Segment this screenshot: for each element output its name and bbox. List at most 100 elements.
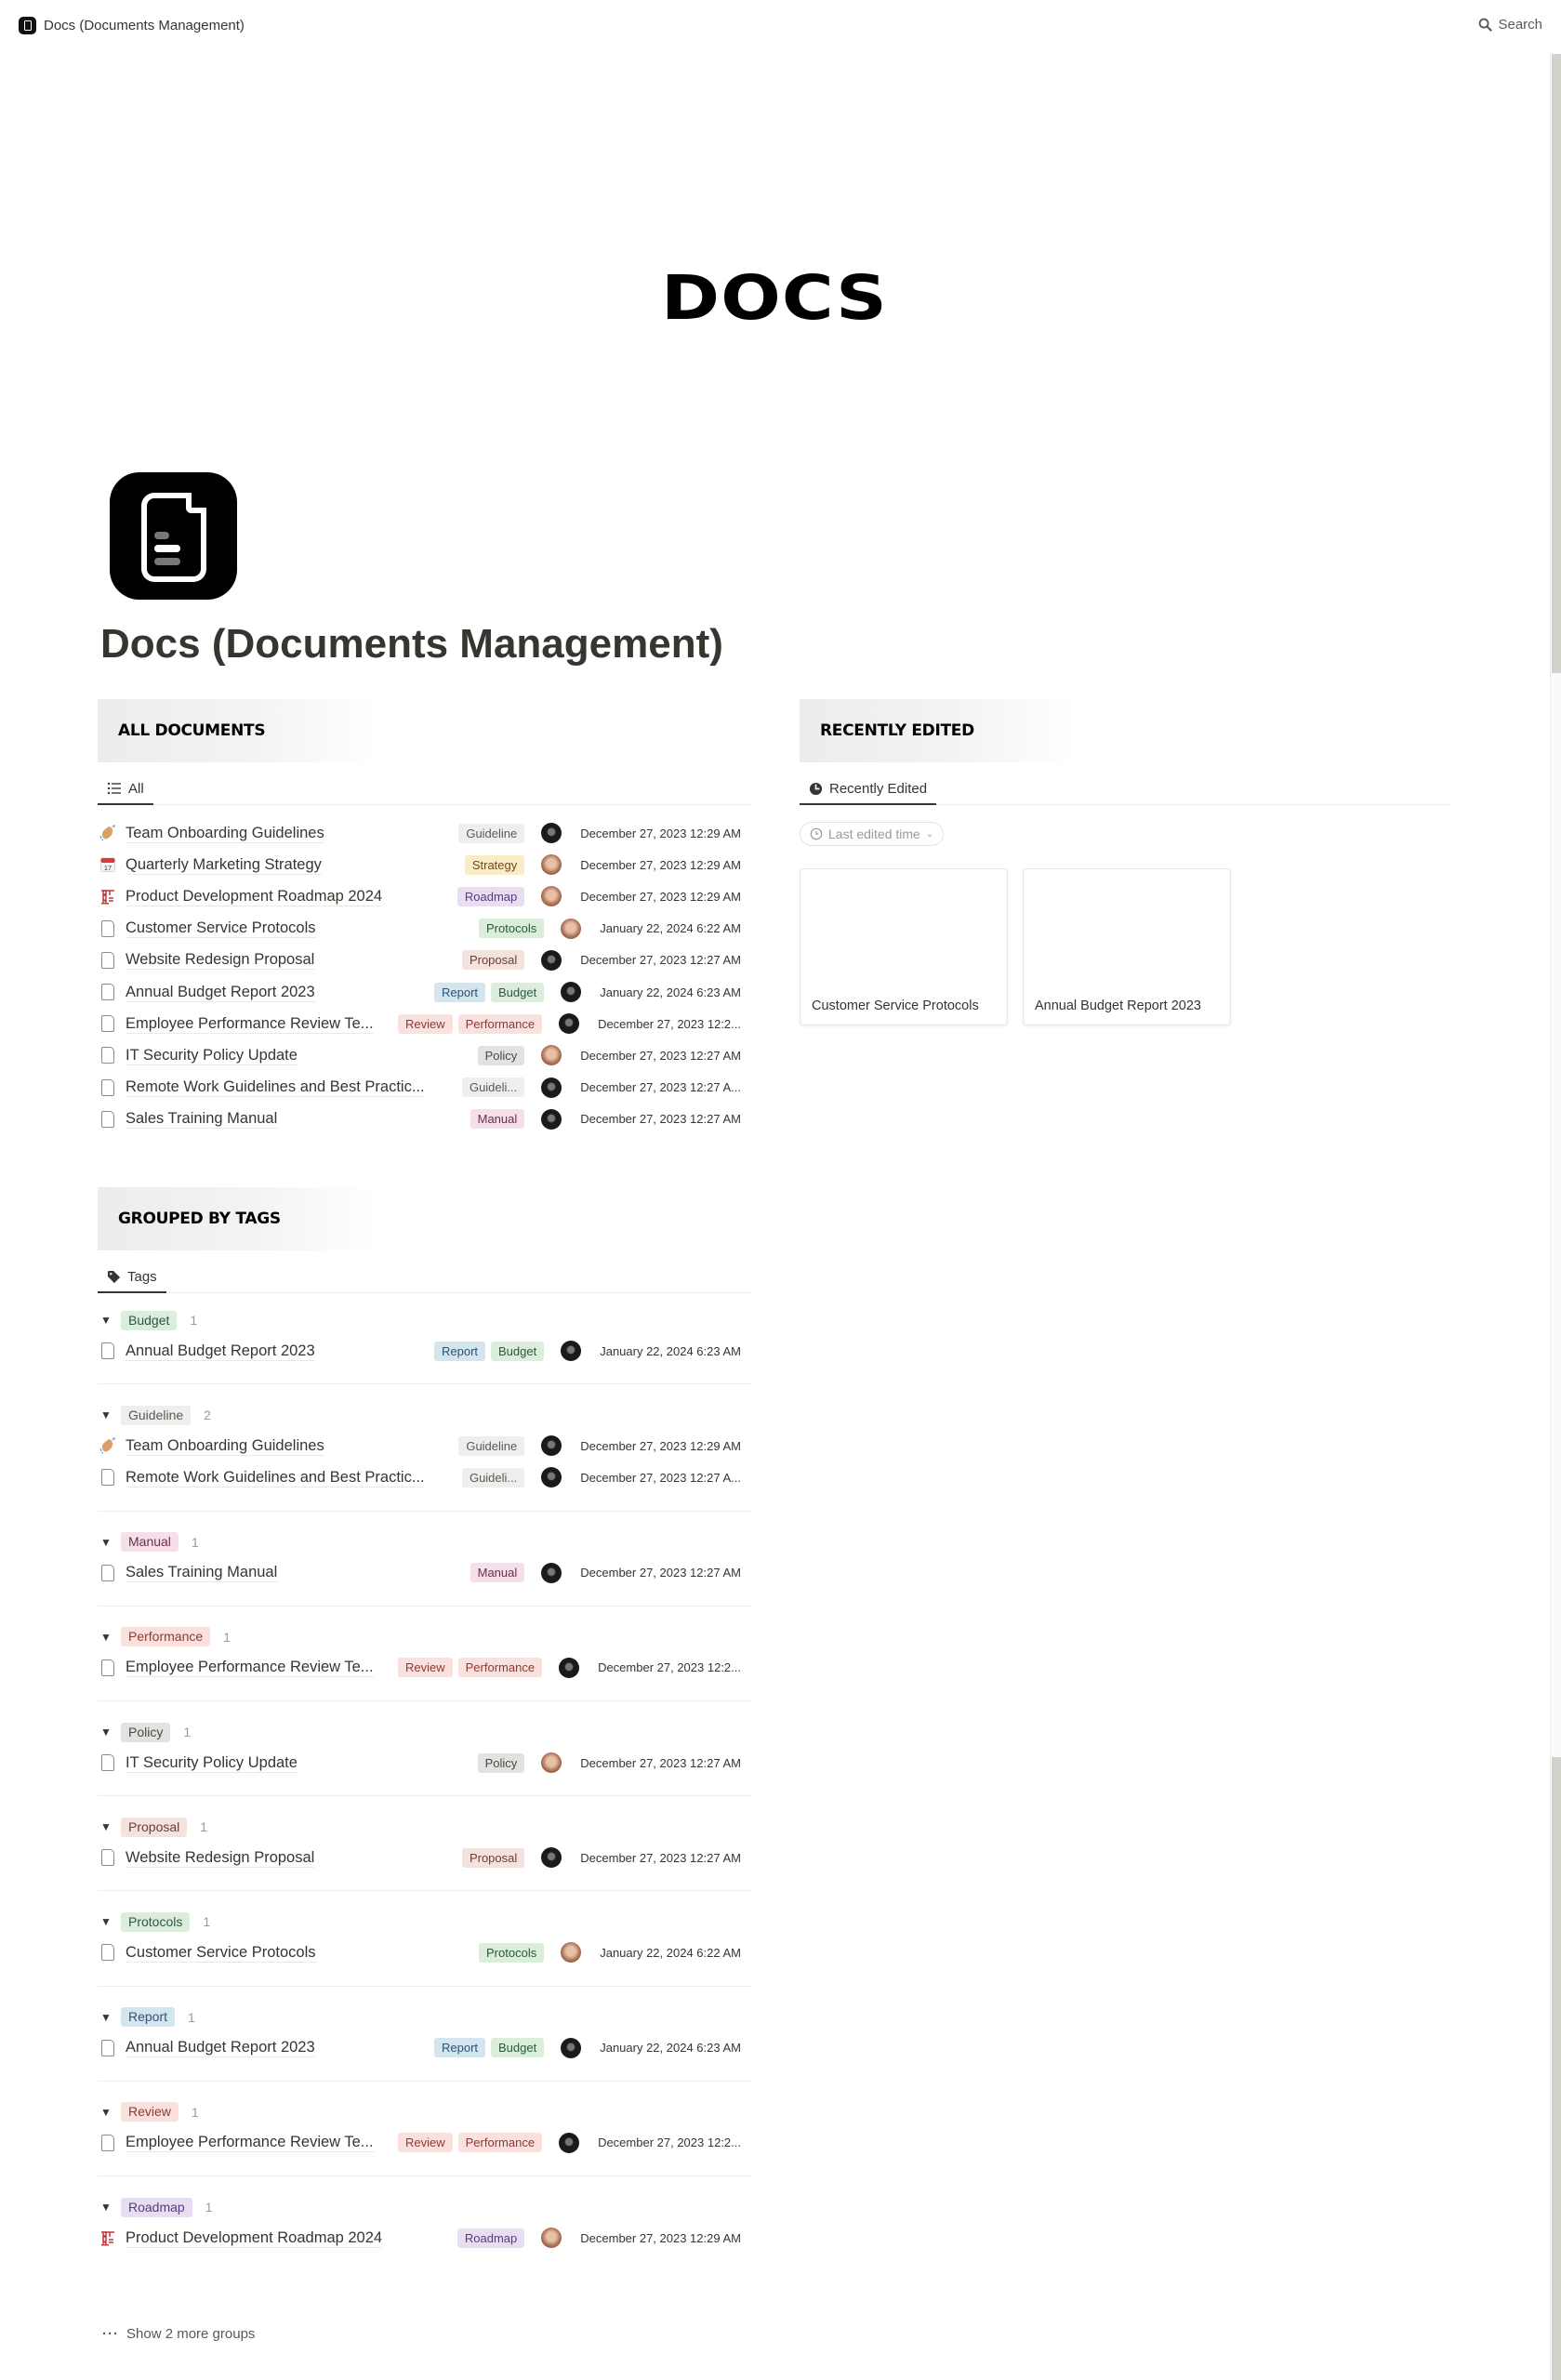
group-count: 2 (204, 1408, 211, 1423)
tag-badge: Proposal (461, 950, 525, 971)
document-title[interactable]: Sales Training Manual (126, 1563, 278, 1583)
search-button[interactable]: Search (1478, 17, 1542, 33)
created-date: December 27, 2023 12:29 AM (580, 889, 741, 904)
collapse-triangle-icon[interactable]: ▼ (100, 1915, 112, 1928)
group-header[interactable]: ▼ Policy 1 (100, 1719, 191, 1745)
tab-tags[interactable]: Tags (98, 1262, 166, 1293)
document-title[interactable]: Customer Service Protocols (126, 1943, 316, 1963)
document-row[interactable]: Team Onboarding Guidelines Guideline Decem… (98, 1430, 748, 1461)
document-title[interactable]: Remote Work Guidelines and Best Practic.… (126, 1078, 425, 1098)
created-date: December 27, 2023 12:27 AM (580, 1112, 741, 1127)
document-title[interactable]: IT Security Policy Update (126, 1753, 298, 1773)
tag-badge: Protocols (479, 1942, 545, 1963)
tag-badge: Review (398, 1658, 453, 1678)
document-row[interactable]: Employee Performance Review Te... Review P… (98, 1008, 748, 1039)
avatar (561, 982, 582, 1002)
tag-badge: Performance (457, 2133, 543, 2153)
avatar (541, 854, 562, 876)
collapse-triangle-icon[interactable]: ▼ (100, 1408, 112, 1421)
document-title[interactable]: Annual Budget Report 2023 (126, 1342, 315, 1361)
document-row[interactable]: Website Redesign Proposal Proposal Decembe… (98, 1842, 748, 1873)
group-tag: Manual (121, 1532, 179, 1553)
avatar (541, 1467, 562, 1488)
created-date: January 22, 2024 6:23 AM (600, 1343, 741, 1358)
list-icon (107, 782, 121, 795)
group-header[interactable]: ▼ Report 1 (100, 2004, 195, 2030)
collapse-triangle-icon[interactable]: ▼ (100, 1314, 112, 1327)
document-title[interactable]: Product Development Roadmap 2024 (126, 2228, 383, 2248)
document-title[interactable]: Website Redesign Proposal (126, 1848, 315, 1868)
tab-all[interactable]: All (98, 774, 153, 805)
document-row[interactable]: Annual Budget Report 2023 Report Budget Jan… (98, 1335, 748, 1367)
document-title[interactable]: Product Development Roadmap 2024 (126, 887, 383, 906)
document-row[interactable]: Annual Budget Report 2023 Report Budget Jan… (98, 2032, 748, 2064)
scrollbar-thumb[interactable] (1552, 1757, 1561, 2380)
collapse-triangle-icon[interactable]: ▼ (100, 1820, 112, 1833)
document-title[interactable]: Team Onboarding Guidelines (126, 824, 324, 843)
document-title[interactable]: Sales Training Manual (126, 1109, 278, 1130)
tag-badge: Report (433, 982, 486, 1002)
document-row[interactable]: Sales Training Manual Manual December 27, … (98, 1557, 748, 1589)
collapse-triangle-icon[interactable]: ▼ (100, 2011, 112, 2024)
group-tag: Review (121, 2102, 179, 2122)
created-date: December 27, 2023 12:29 AM (580, 1438, 741, 1453)
document-title[interactable]: Remote Work Guidelines and Best Practic.… (126, 1468, 425, 1488)
tag-badge: Strategy (464, 854, 525, 875)
file-icon (98, 950, 118, 971)
show-more-groups-button[interactable]: ··· Show 2 more groups (102, 2326, 255, 2342)
document-row[interactable]: Website Redesign Proposal Proposal Decembe… (98, 945, 748, 976)
created-date: January 22, 2024 6:22 AM (600, 921, 741, 936)
group-header[interactable]: ▼ Budget 1 (100, 1307, 197, 1333)
row-properties: Guideline December 27, 2023 12:29 AM (458, 1430, 741, 1461)
document-title[interactable]: IT Security Policy Update (126, 1046, 298, 1065)
document-row[interactable]: Customer Service Protocols Protocols Janua… (98, 913, 748, 945)
tag-badge: Review (398, 2133, 453, 2153)
avatar (541, 1435, 562, 1457)
document-title[interactable]: Website Redesign Proposal (126, 950, 315, 971)
group-header[interactable]: ▼ Manual 1 (100, 1529, 199, 1555)
breadcrumb[interactable]: Docs (Documents Management) (19, 17, 245, 34)
collapse-triangle-icon[interactable]: ▼ (100, 1536, 112, 1549)
sort-filter-last-edited[interactable]: Last edited time ⌄ (800, 822, 945, 846)
page-icon[interactable] (110, 472, 237, 600)
collapse-triangle-icon[interactable]: ▼ (100, 1631, 112, 1644)
tag-badge: Proposal (461, 1847, 525, 1868)
document-row[interactable]: Employee Performance Review Te... Review P… (98, 1652, 748, 1684)
document-title[interactable]: Customer Service Protocols (126, 919, 316, 939)
document-title[interactable]: Team Onboarding Guidelines (126, 1436, 324, 1456)
document-row[interactable]: 17 Quarterly Marketing Strategy Strategy De… (98, 849, 748, 880)
collapse-triangle-icon[interactable]: ▼ (100, 1726, 112, 1739)
collapse-triangle-icon[interactable]: ▼ (100, 2201, 112, 2214)
document-title[interactable]: Employee Performance Review Te... (126, 1014, 374, 1034)
row-properties: Roadmap December 27, 2023 12:29 AM (456, 2222, 741, 2254)
document-row[interactable]: Team Onboarding Guidelines Guideline Decem… (98, 817, 748, 849)
document-title[interactable]: Employee Performance Review Te... (126, 1658, 374, 1678)
document-row[interactable]: Product Development Roadmap 2024 Roadmap D… (98, 880, 748, 912)
group-header[interactable]: ▼ Review 1 (100, 2099, 199, 2125)
group-header[interactable]: ▼ Performance 1 (100, 1624, 231, 1650)
document-row[interactable]: Annual Budget Report 2023 Report Budget Jan… (98, 976, 748, 1008)
document-title[interactable]: Quarterly Marketing Strategy (126, 855, 322, 875)
document-title[interactable]: Employee Performance Review Te... (126, 2133, 374, 2153)
group-count: 1 (191, 2104, 199, 2120)
document-row[interactable]: Employee Performance Review Te... Review P… (98, 2127, 748, 2159)
document-row[interactable]: Remote Work Guidelines and Best Practic.… (98, 1461, 748, 1493)
document-title[interactable]: Annual Budget Report 2023 (126, 983, 315, 1002)
document-row[interactable]: Product Development Roadmap 2024 Roadmap D… (98, 2222, 748, 2254)
group-header[interactable]: ▼ Guideline 2 (100, 1402, 211, 1428)
row-properties: Report Budget January 22, 2024 6:23 AM (433, 2032, 741, 2064)
tab-recently-edited[interactable]: Recently Edited (800, 774, 937, 805)
group-header[interactable]: ▼ Protocols 1 (100, 1909, 210, 1935)
document-row[interactable]: Customer Service Protocols Protocols Janua… (98, 1937, 748, 1968)
gallery-card[interactable]: Customer Service Protocols (800, 868, 1008, 1025)
document-row[interactable]: IT Security Policy Update Policy December … (98, 1039, 748, 1071)
scrollbar-thumb[interactable] (1552, 54, 1561, 673)
group-header[interactable]: ▼ Roadmap 1 (100, 2194, 213, 2220)
document-row[interactable]: IT Security Policy Update Policy December … (98, 1747, 748, 1778)
gallery-card[interactable]: Annual Budget Report 2023 (1023, 868, 1231, 1025)
document-title[interactable]: Annual Budget Report 2023 (126, 2038, 315, 2058)
collapse-triangle-icon[interactable]: ▼ (100, 2106, 112, 2119)
document-row[interactable]: Sales Training Manual Manual December 27, … (98, 1104, 748, 1135)
document-row[interactable]: Remote Work Guidelines and Best Practic.… (98, 1072, 748, 1104)
group-header[interactable]: ▼ Proposal 1 (100, 1814, 207, 1840)
